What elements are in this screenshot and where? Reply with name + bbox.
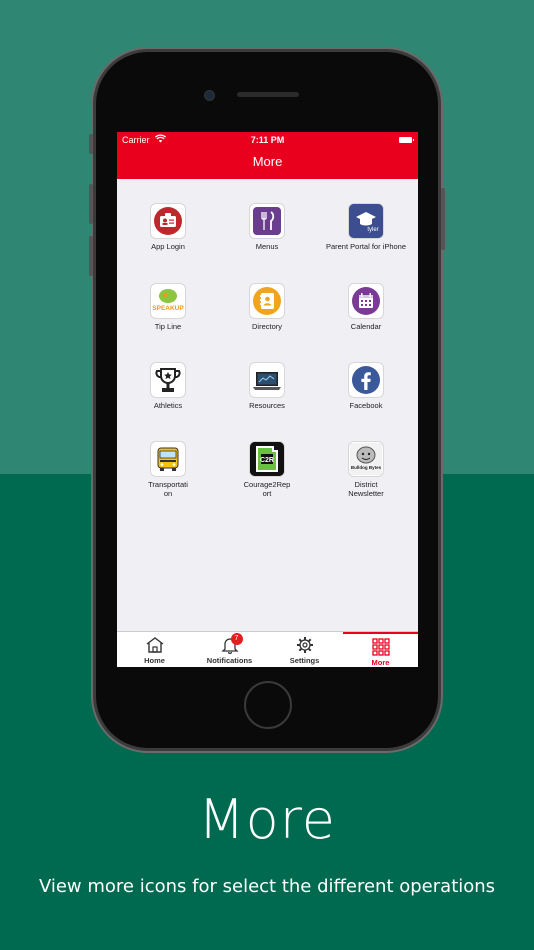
power-button [441,188,445,250]
tyler-graduation-cap-icon: tyler [349,204,383,238]
tile-calendar[interactable]: Calendar [321,284,411,331]
tab-label: Settings [289,656,320,665]
tab-home[interactable]: Home [117,632,192,667]
tile-label: Resources [249,401,285,410]
caption-subtitle: View more icons for select the different… [38,876,496,897]
volume-up-button [89,184,93,224]
home-hardware-button [244,681,292,729]
page-title: More [252,154,283,169]
status-bar: Carrier 7:11 PM [117,134,418,149]
tile-label: Courage2Report [243,480,291,498]
tile-label: App Login [151,242,185,251]
tab-label: Notifications [206,656,253,665]
speak-up-text: SPEAKUP [152,305,184,312]
tab-label: More [371,658,390,667]
address-book-icon [250,284,284,318]
battery-icon [399,137,414,143]
tile-label: District Newsletter [348,480,384,498]
tile-district-newsletter[interactable]: Bulldog Bytes District Newsletter [321,442,411,498]
tile-directory[interactable]: Directory [222,284,312,331]
tile-transportation[interactable]: Transportation [123,442,213,498]
c2r-text: C2R [260,457,274,464]
tile-menus[interactable]: Menus [222,204,312,251]
tab-label: Home [144,656,165,665]
trophy-icon [151,363,185,397]
fork-knife-icon [250,204,284,238]
volume-down-button [89,236,93,276]
tile-label: Transportation [148,480,188,498]
mute-switch [89,134,93,154]
front-camera [204,90,215,101]
id-card-icon [151,204,185,238]
bulldog-bytes-text: Bulldog Bytes [351,465,382,470]
tile-facebook[interactable]: Facebook [321,363,411,410]
bell-icon: 7 [220,633,243,655]
c2r-logo-icon: C2R [250,442,284,476]
laptop-icon [250,363,284,397]
phone-frame: Carrier 7:11 PM More App Login Menus tyl… [89,52,445,748]
tile-label: Athletics [153,401,183,410]
facebook-icon [349,363,383,397]
notification-badge: 7 [230,633,243,645]
app-screen: Carrier 7:11 PM More App Login Menus tyl… [117,132,418,667]
grid-icon [371,638,391,656]
tile-tip-line[interactable]: SPEAKUP Tip Line [123,284,213,331]
tile-label: Directory [251,322,282,331]
tile-label: Menus [255,242,279,251]
school-bus-icon [151,442,185,476]
nav-header: Carrier 7:11 PM More [117,132,418,179]
tile-athletics[interactable]: Athletics [123,363,213,410]
tab-bar: Home 7 Notifications Settings More [117,631,418,667]
tab-notifications[interactable]: 7 Notifications [192,632,267,667]
home-icon [145,636,165,654]
tile-courage2report[interactable]: C2R Courage2Report [222,442,312,498]
status-time: 7:11 PM [250,135,285,145]
caption-title: More [198,788,336,851]
earpiece-speaker [237,92,299,97]
speak-up-logo-icon: SPEAKUP [151,284,185,318]
tab-settings[interactable]: Settings [267,632,342,667]
tyler-text: tyler [367,227,378,233]
tile-label: Parent Portal for iPhone [325,242,407,251]
tile-label: Facebook [349,401,383,410]
tile-app-login[interactable]: App Login [123,204,213,251]
bulldog-bytes-icon: Bulldog Bytes [349,442,383,476]
tile-parent-portal[interactable]: tyler Parent Portal for iPhone [321,204,411,251]
gear-icon [295,636,315,654]
calendar-icon [349,284,383,318]
tile-label: Tip Line [154,322,182,331]
tab-more[interactable]: More [343,632,418,667]
tile-resources[interactable]: Resources [222,363,312,410]
tile-label: Calendar [350,322,382,331]
